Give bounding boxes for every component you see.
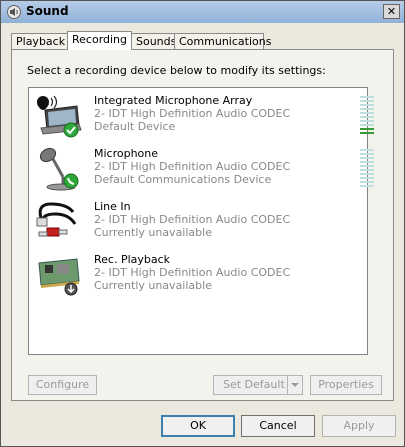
meter-segment [360, 96, 374, 98]
device-status: Default Communications Device [94, 173, 272, 186]
meter-segment [360, 161, 374, 163]
meter-segment [360, 112, 374, 114]
meter-segment [360, 153, 374, 155]
device-item-integrated-microphone-array[interactable]: Integrated Microphone Array 2- IDT High … [29, 88, 374, 140]
sound-dialog: Sound ✕ Playback Recording Sounds Commun… [0, 0, 405, 447]
rca-cable-icon [36, 202, 77, 237]
meter-segment [360, 185, 374, 187]
microphone-icon [39, 147, 79, 191]
sound-card-icon [38, 258, 80, 296]
device-name: Microphone [94, 147, 159, 160]
meter-segment [360, 149, 374, 151]
set-default-button[interactable]: Set Default [213, 375, 303, 395]
tab-sounds[interactable]: Sounds [131, 33, 176, 49]
title-bar[interactable]: Sound ✕ [1, 1, 404, 23]
tab-communications[interactable]: Communications [174, 33, 271, 49]
ok-button[interactable]: OK [161, 415, 235, 437]
configure-button[interactable]: Configure [28, 375, 97, 395]
device-name: Integrated Microphone Array [94, 94, 253, 107]
set-default-dropdown[interactable] [287, 376, 302, 394]
meter-segment [360, 100, 374, 102]
meter-segment [360, 177, 374, 179]
device-driver: 2- IDT High Definition Audio CODEC [94, 266, 291, 279]
chevron-down-icon [291, 383, 299, 387]
meter-segment [360, 128, 374, 130]
tab-playback[interactable]: Playback [11, 33, 68, 49]
level-meter [360, 96, 374, 134]
device-status: Default Device [94, 120, 176, 133]
tab-recording[interactable]: Recording [67, 31, 132, 50]
device-name: Rec. Playback [94, 253, 171, 266]
meter-segment [360, 181, 374, 183]
window-title: Sound [26, 4, 69, 18]
meter-segment [360, 132, 374, 134]
meter-segment [360, 169, 374, 171]
apply-button[interactable]: Apply [322, 415, 396, 437]
cancel-button[interactable]: Cancel [241, 415, 315, 437]
close-icon: ✕ [386, 5, 397, 18]
meter-segment [360, 157, 374, 159]
meter-segment [360, 104, 374, 106]
device-driver: 2- IDT High Definition Audio CODEC [94, 213, 291, 226]
meter-segment [360, 116, 374, 118]
speaker-icon [7, 5, 21, 19]
instruction-label: Select a recording device below to modif… [27, 64, 326, 77]
device-item-microphone[interactable]: Microphone 2- IDT High Definition Audio … [29, 141, 374, 193]
device-list[interactable]: Integrated Microphone Array 2- IDT High … [28, 87, 374, 355]
device-driver: 2- IDT High Definition Audio CODEC [94, 160, 291, 173]
device-name: Line In [94, 200, 131, 213]
device-driver: 2- IDT High Definition Audio CODEC [94, 107, 291, 120]
device-status: Currently unavailable [94, 279, 212, 292]
device-status: Currently unavailable [94, 226, 212, 239]
meter-segment [360, 108, 374, 110]
meter-segment [360, 165, 374, 167]
meter-segment [360, 173, 374, 175]
set-default-label: Set Default [223, 378, 285, 391]
level-meter [360, 149, 374, 187]
microphone-array-icon [37, 95, 82, 138]
properties-button[interactable]: Properties [310, 375, 382, 395]
meter-segment [360, 124, 374, 126]
recording-panel: Select a recording device below to modif… [11, 49, 394, 401]
close-button[interactable]: ✕ [383, 4, 400, 19]
device-item-line-in[interactable]: Line In 2- IDT High Definition Audio COD… [29, 194, 367, 246]
device-item-rec-playback[interactable]: Rec. Playback 2- IDT High Definition Aud… [29, 247, 367, 299]
meter-segment [360, 120, 374, 122]
